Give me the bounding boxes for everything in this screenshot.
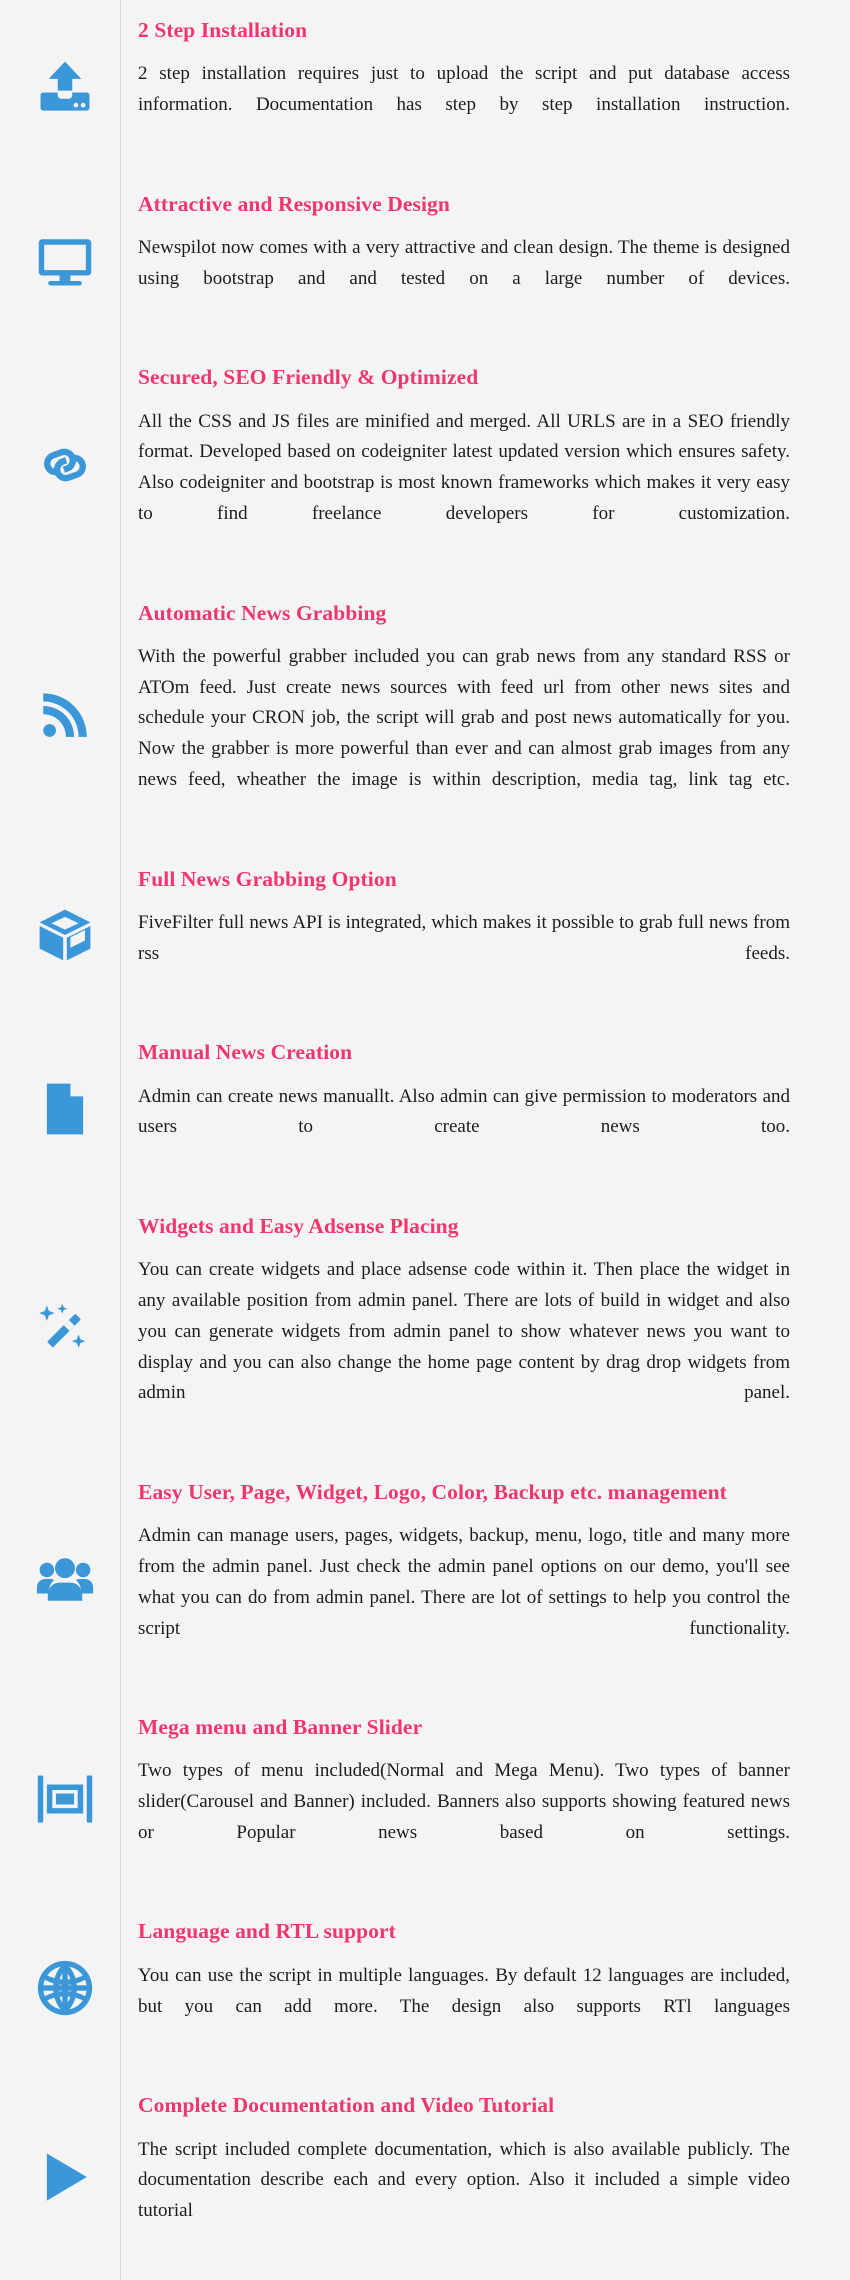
feature-title: Language and RTL support bbox=[138, 1919, 396, 1944]
feature-text: Widgets and Easy Adsense Placing You can… bbox=[120, 1195, 850, 1462]
rss-feed-icon bbox=[34, 685, 96, 747]
icon-cell bbox=[0, 2075, 120, 2279]
feature-description: FiveFilter full news API is integrated, … bbox=[138, 911, 790, 964]
icon-cell bbox=[0, 583, 120, 849]
feature-item-mega-menu-banner-slider: Mega menu and Banner Slider Two types of… bbox=[0, 1697, 850, 1902]
feature-description: Newspilot now comes with a very attracti… bbox=[138, 237, 790, 289]
feature-text: Complete Documentation and Video Tutoria… bbox=[120, 2075, 850, 2280]
feature-title: Full News Grabbing Option bbox=[138, 866, 397, 891]
users-group-icon bbox=[34, 1548, 96, 1610]
cube-box-icon bbox=[34, 904, 96, 966]
feature-text: Manual News Creation Admin can create ne… bbox=[120, 1022, 850, 1196]
icon-cell bbox=[0, 1462, 120, 1697]
feature-title: Attractive and Responsive Design bbox=[138, 191, 450, 216]
feature-list: 2 Step Installation 2 step installation … bbox=[0, 0, 850, 2280]
image-frame-icon bbox=[34, 1768, 96, 1830]
feature-text: Secured, SEO Friendly & Optimized All th… bbox=[120, 347, 850, 583]
icon-cell bbox=[0, 1901, 120, 2075]
icon-cell bbox=[0, 1196, 120, 1462]
icon-cell bbox=[0, 1697, 120, 1901]
feature-item-attractive-responsive-design: Attractive and Responsive Design Newspil… bbox=[0, 173, 850, 348]
feature-title: Widgets and Easy Adsense Placing bbox=[138, 1213, 459, 1238]
feature-text: Full News Grabbing Option FiveFilter ful… bbox=[120, 848, 850, 1023]
feature-item-2-step-installation: 2 Step Installation 2 step installation … bbox=[0, 0, 850, 174]
feature-description: With the powerful grabber included you c… bbox=[138, 645, 790, 790]
feature-item-language-rtl-support: Language and RTL support You can use the… bbox=[0, 1901, 850, 2076]
feature-text: Easy User, Page, Widget, Logo, Color, Ba… bbox=[120, 1461, 850, 1698]
feature-item-widgets-adsense-placing: Widgets and Easy Adsense Placing You can… bbox=[0, 1195, 850, 1462]
upload-icon bbox=[34, 56, 96, 118]
feature-item-full-news-grabbing-option: Full News Grabbing Option FiveFilter ful… bbox=[0, 848, 850, 1023]
link-chain-icon bbox=[34, 434, 96, 496]
feature-description: Two types of menu included(Normal and Me… bbox=[138, 1760, 790, 1843]
feature-text: Language and RTL support You can use the… bbox=[120, 1901, 850, 2076]
desktop-monitor-icon bbox=[34, 230, 96, 292]
feature-item-documentation-video-tutorial: Complete Documentation and Video Tutoria… bbox=[0, 2075, 850, 2280]
icon-cell bbox=[0, 347, 120, 582]
feature-item-automatic-news-grabbing: Automatic News Grabbing With the powerfu… bbox=[0, 582, 850, 849]
icon-cell bbox=[0, 1022, 120, 1196]
feature-title: 2 Step Installation bbox=[138, 18, 308, 42]
feature-description: You can create widgets and place adsense… bbox=[138, 1259, 790, 1404]
feature-item-easy-management: Easy User, Page, Widget, Logo, Color, Ba… bbox=[0, 1461, 850, 1698]
feature-description: Admin can manage users, pages, widgets, … bbox=[138, 1525, 790, 1639]
feature-description: You can use the script in multiple langu… bbox=[138, 1964, 790, 2017]
magic-wand-icon bbox=[34, 1298, 96, 1360]
feature-title: Secured, SEO Friendly & Optimized bbox=[138, 365, 479, 390]
feature-title: Easy User, Page, Widget, Logo, Color, Ba… bbox=[138, 1479, 727, 1504]
feature-text: Attractive and Responsive Design Newspil… bbox=[120, 173, 850, 348]
feature-text: Automatic News Grabbing With the powerfu… bbox=[120, 582, 850, 849]
play-button-icon bbox=[34, 2146, 96, 2208]
feature-description: 2 step installation requires just to upl… bbox=[138, 63, 790, 116]
document-file-icon bbox=[34, 1078, 96, 1140]
feature-description: The script included complete documentati… bbox=[138, 2138, 790, 2222]
feature-title: Automatic News Grabbing bbox=[138, 600, 387, 625]
feature-text: Mega menu and Banner Slider Two types of… bbox=[120, 1697, 850, 1902]
feature-text: 2 Step Installation 2 step installation … bbox=[120, 0, 850, 174]
feature-description: Admin can create news manuallt. Also adm… bbox=[138, 1085, 790, 1138]
feature-title: Complete Documentation and Video Tutoria… bbox=[138, 2093, 555, 2118]
feature-title: Mega menu and Banner Slider bbox=[138, 1715, 423, 1740]
icon-cell bbox=[0, 174, 120, 348]
feature-item-manual-news-creation: Manual News Creation Admin can create ne… bbox=[0, 1022, 850, 1196]
feature-description: All the CSS and JS files are minified an… bbox=[138, 410, 790, 525]
feature-item-secured-seo-optimized: Secured, SEO Friendly & Optimized All th… bbox=[0, 347, 850, 583]
icon-cell bbox=[0, 849, 120, 1023]
globe-icon bbox=[34, 1957, 96, 2019]
icon-cell bbox=[0, 0, 120, 174]
feature-title: Manual News Creation bbox=[138, 1040, 353, 1065]
